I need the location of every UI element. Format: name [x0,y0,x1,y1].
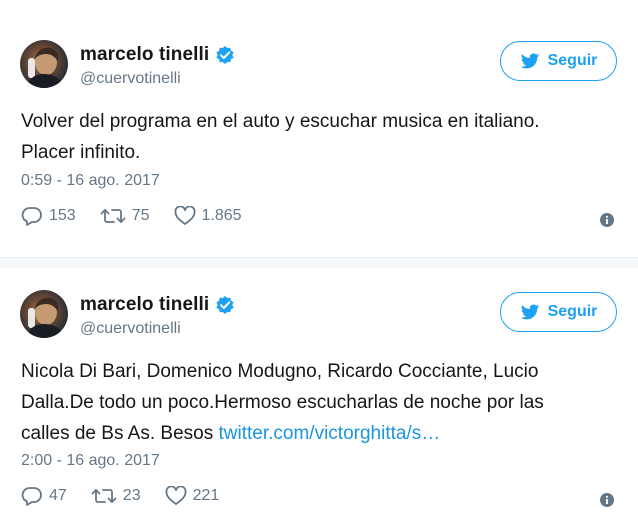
tweet-text-line: calles de Bs As. Besos twitter.com/victo… [21,418,621,449]
heart-icon [165,486,187,505]
reply-button[interactable]: 47 [21,486,67,506]
avatar[interactable] [20,290,68,338]
retweet-count: 23 [122,487,141,504]
tweet-text-line: Nicola Di Bari, Domenico Modugno, Ricard… [21,361,539,382]
author-name[interactable]: marcelo tinelli [80,294,209,316]
reply-count: 47 [49,487,67,504]
tweet-actions: 47 23 221 [21,486,243,506]
info-icon[interactable] [600,493,614,507]
like-count: 221 [192,487,220,504]
tweet-text-line: Dalla.De todo un poco.Hermoso escucharla… [21,392,544,413]
follow-button-label: Seguir [547,303,598,320]
follow-button[interactable]: Seguir [500,292,617,332]
tweet-card: marcelo tinelli @cuervotinelli Seguir Ni… [0,0,638,528]
tweet-text: Nicola Di Bari, Domenico Modugno, Ricard… [21,356,621,449]
twitter-bird-icon [520,304,539,320]
tweet-feed: marcelo tinelli @cuervotinelli Seguir Vo… [0,0,638,528]
tweet-timestamp[interactable]: 2:00 - 16 ago. 2017 [21,452,160,470]
author-name-row: marcelo tinelli [80,294,235,316]
verified-badge-icon [216,296,234,314]
retweet-icon [91,489,117,503]
retweet-button[interactable]: 23 [91,486,141,506]
like-button[interactable]: 221 [165,486,220,506]
tweet-text-segment: calles de Bs As. Besos [21,423,219,444]
tweet-link[interactable]: twitter.com/victorghitta/s… [219,423,441,444]
reply-icon [21,487,42,506]
author-handle[interactable]: @cuervotinelli [80,320,181,338]
